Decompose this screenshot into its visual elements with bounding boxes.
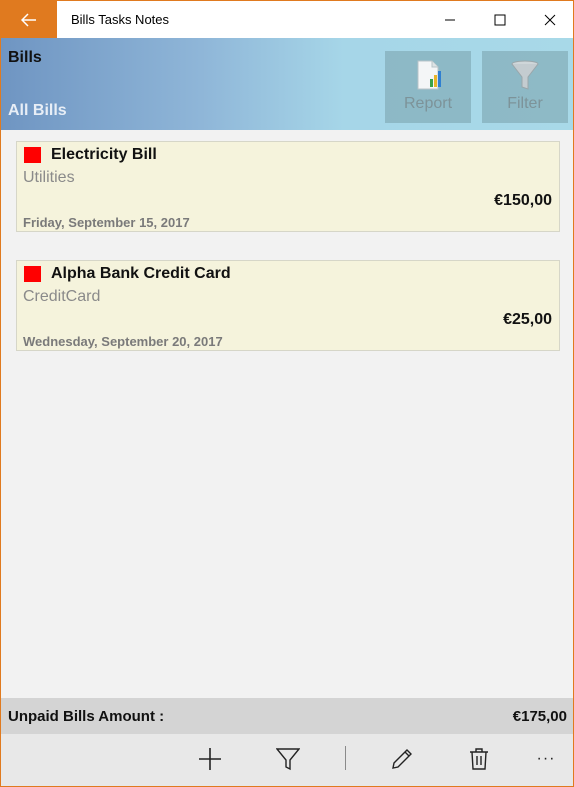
edit-icon: [392, 749, 412, 769]
summary-amount: €175,00: [512, 707, 567, 725]
bill-amount: €25,00: [503, 311, 552, 328]
filter-command-button[interactable]: [273, 744, 303, 774]
add-button[interactable]: [195, 744, 225, 774]
command-separator: [345, 746, 346, 770]
delete-icon: [470, 748, 488, 770]
bill-date: Wednesday, September 20, 2017: [23, 334, 223, 349]
page-subtitle: All Bills: [8, 102, 67, 119]
edit-button[interactable]: [387, 744, 417, 774]
page-title: Bills: [8, 49, 42, 66]
title-bar: Bills Tasks Notes: [1, 1, 573, 38]
bill-date: Friday, September 15, 2017: [23, 215, 190, 230]
maximize-button[interactable]: [477, 1, 523, 38]
app-title: Bills Tasks Notes: [71, 12, 170, 27]
bill-item[interactable]: Electricity Bill Utilities €150,00 Frida…: [16, 141, 560, 232]
report-label: Report: [403, 95, 453, 112]
bill-category: CreditCard: [23, 288, 101, 305]
filter-button[interactable]: Filter: [482, 51, 568, 123]
status-flag: [24, 266, 41, 282]
maximize-icon: [494, 14, 506, 25]
bill-name: Electricity Bill: [51, 146, 157, 163]
minimize-icon: [445, 19, 455, 20]
funnel-icon: [511, 60, 539, 90]
app-window: Bills Tasks Notes Bills All Bills Report…: [0, 0, 574, 787]
report-icon: [417, 60, 441, 90]
close-button[interactable]: [527, 1, 573, 38]
unpaid-summary: Unpaid Bills Amount : €175,00: [1, 698, 573, 734]
more-icon: ···: [536, 750, 556, 767]
close-icon: [544, 14, 556, 25]
bill-category: Utilities: [23, 169, 75, 186]
window-controls: [423, 1, 573, 38]
minimize-button[interactable]: [427, 1, 473, 38]
bill-amount: €150,00: [494, 192, 552, 209]
page-header: Bills All Bills Report Filter: [1, 38, 573, 130]
bill-name: Alpha Bank Credit Card: [51, 265, 231, 282]
back-button[interactable]: [1, 1, 57, 38]
filter-label: Filter: [507, 95, 543, 112]
filter-icon: [276, 748, 300, 771]
add-icon: [199, 748, 221, 770]
bill-item[interactable]: Alpha Bank Credit Card CreditCard €25,00…: [16, 260, 560, 351]
delete-button[interactable]: [464, 744, 494, 774]
status-flag: [24, 147, 41, 163]
more-button[interactable]: ···: [531, 744, 561, 774]
summary-label: Unpaid Bills Amount :: [8, 707, 165, 725]
command-bar: ···: [1, 734, 573, 786]
back-arrow-icon: [21, 12, 36, 27]
report-button[interactable]: Report: [385, 51, 471, 123]
